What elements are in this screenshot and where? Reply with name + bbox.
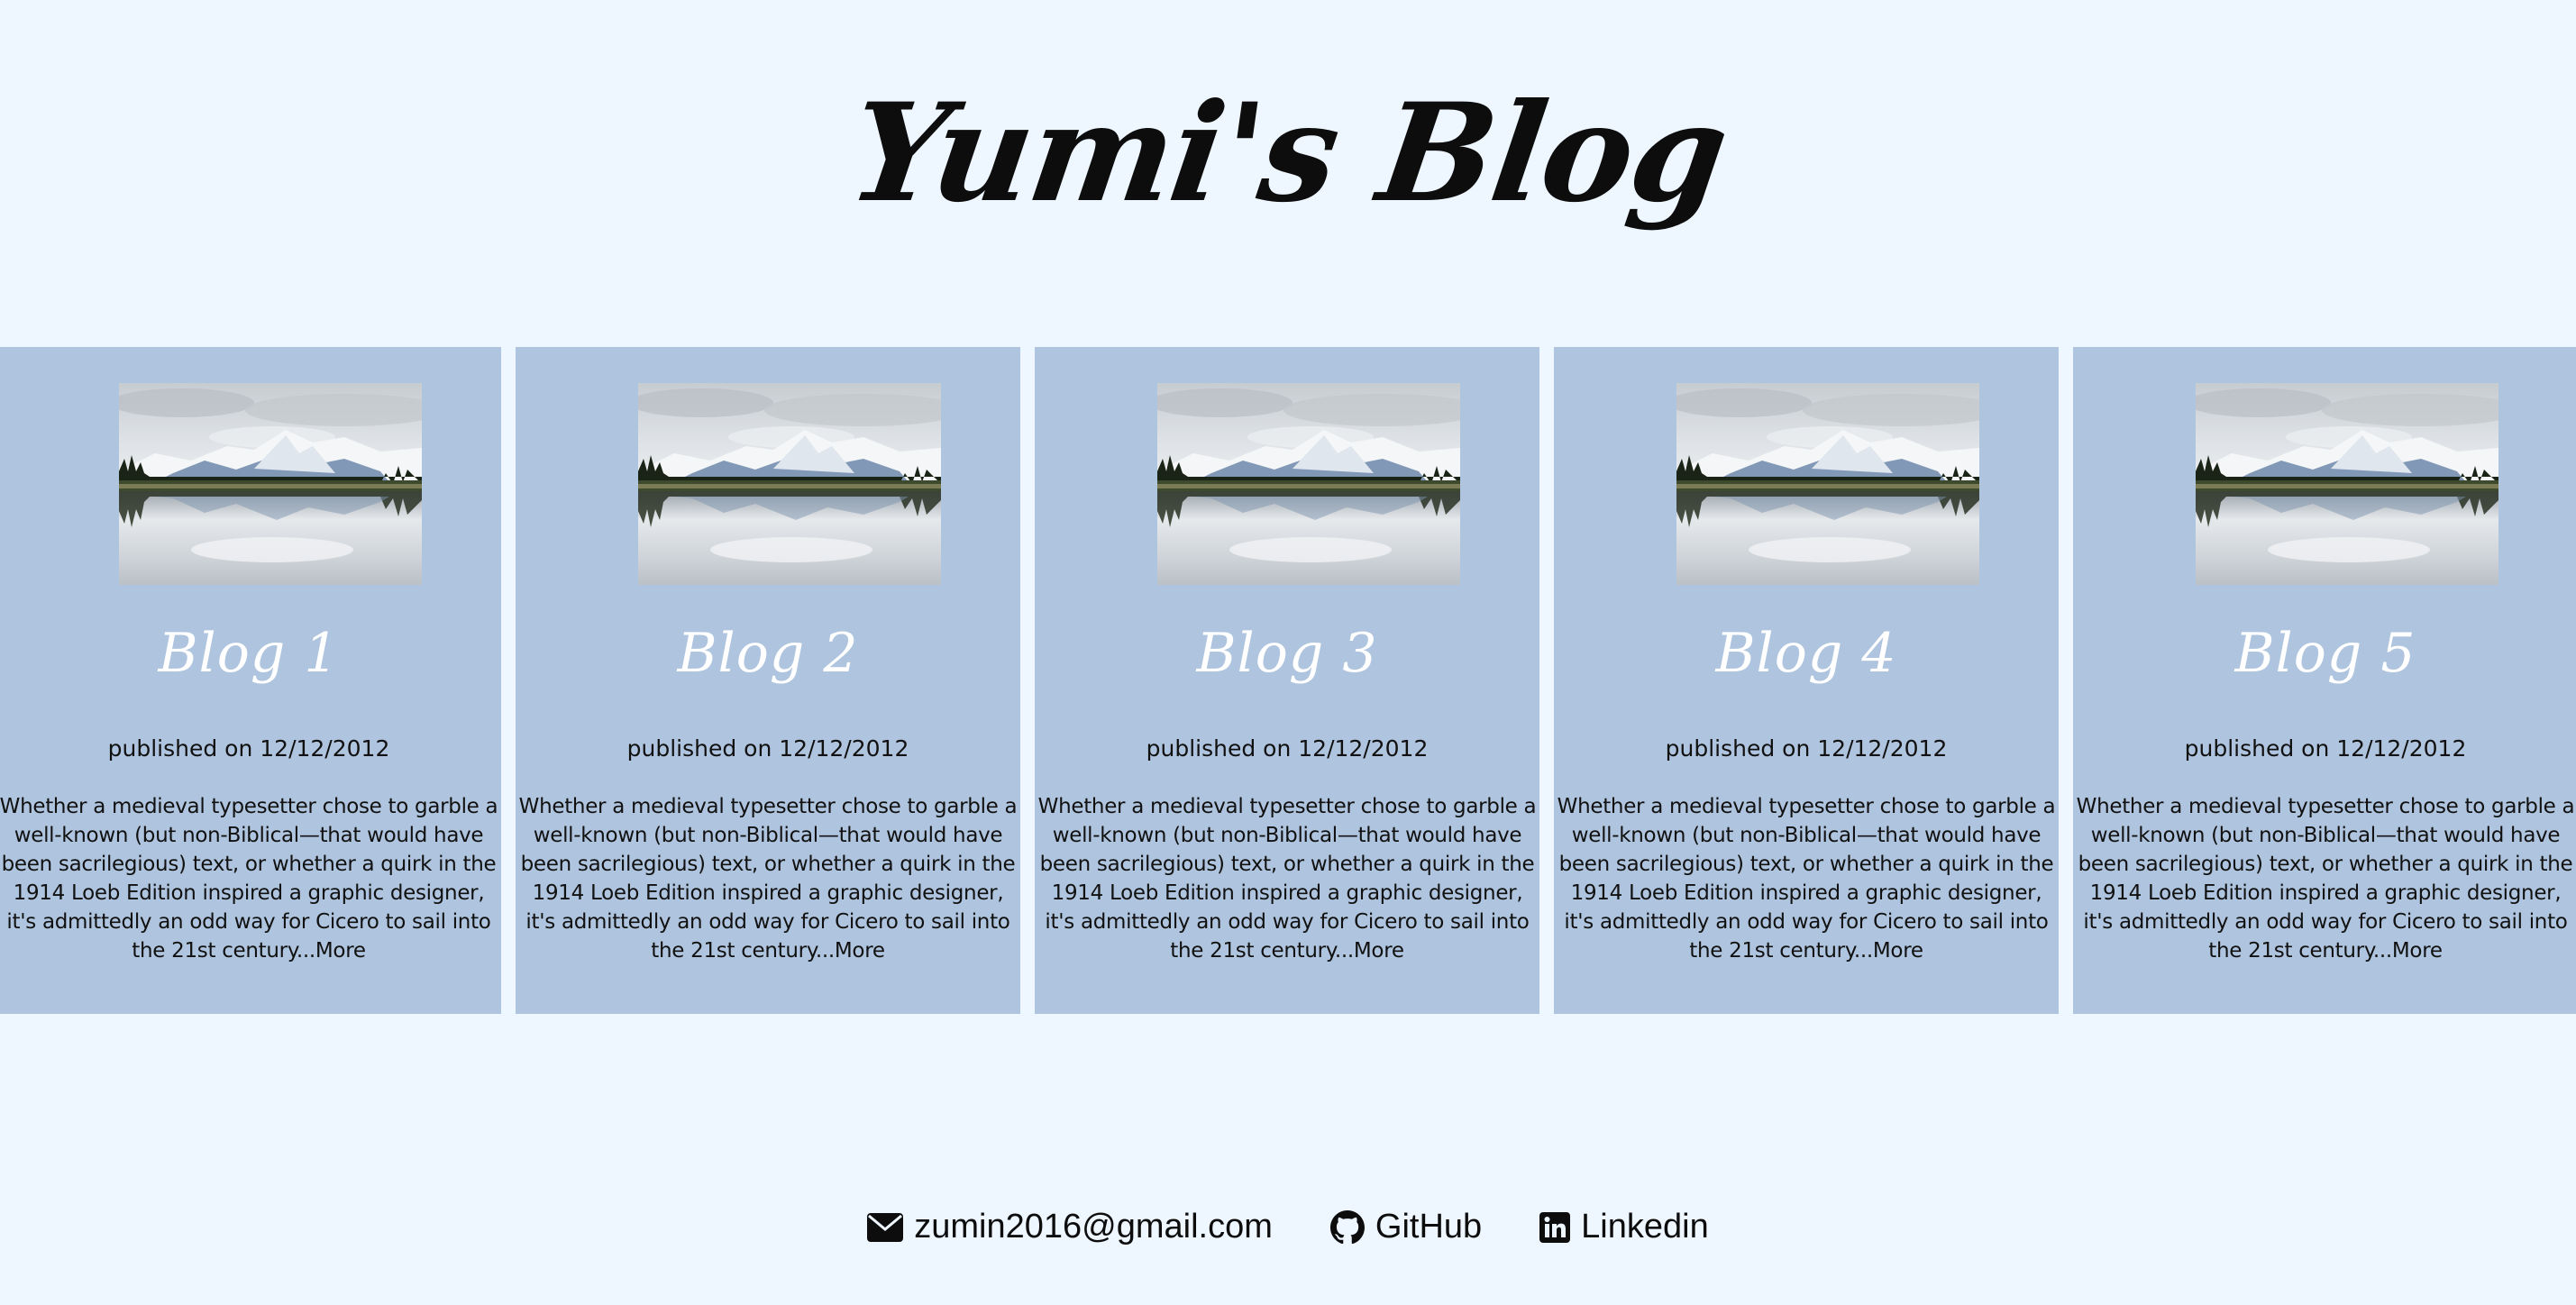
blog-card-image[interactable] (1676, 383, 1979, 585)
blog-card-title[interactable]: Blog 3 (1035, 617, 1539, 689)
blog-card-list: Blog 1 published on 12/12/2012 Whether a… (0, 347, 2576, 1014)
more-link[interactable]: More (835, 939, 885, 963)
blog-card-excerpt-text: Whether a medieval typesetter chose to g… (2076, 795, 2575, 963)
github-label: GitHub (1375, 1208, 1483, 1246)
more-link[interactable]: More (1873, 939, 1923, 963)
blog-card-date: published on 12/12/2012 (1665, 735, 1948, 762)
linkedin-label: Linkedin (1581, 1208, 1709, 1246)
blog-card-date: published on 12/12/2012 (107, 735, 390, 762)
blog-card-date: published on 12/12/2012 (2184, 735, 2467, 762)
footer-links: zumin2016@gmail.com GitHub Linkedin (0, 1208, 2576, 1246)
blog-card[interactable]: Blog 1 published on 12/12/2012 Whether a… (0, 347, 501, 1014)
blog-card[interactable]: Blog 2 published on 12/12/2012 Whether a… (516, 347, 1020, 1014)
blog-card[interactable]: Blog 3 published on 12/12/2012 Whether a… (1035, 347, 1539, 1014)
linkedin-link[interactable]: Linkedin (1539, 1208, 1709, 1246)
blog-card-date: published on 12/12/2012 (1146, 735, 1429, 762)
blog-card-date: published on 12/12/2012 (626, 735, 909, 762)
blog-card-title[interactable]: Blog 5 (2073, 617, 2576, 689)
envelope-icon (867, 1212, 904, 1242)
blog-card-excerpt: Whether a medieval typesetter chose to g… (2073, 792, 2576, 965)
github-link[interactable]: GitHub (1329, 1208, 1483, 1246)
github-icon (1329, 1209, 1365, 1244)
more-link[interactable]: More (1354, 939, 1404, 963)
email-label: zumin2016@gmail.com (914, 1208, 1273, 1246)
blog-card-image[interactable] (1157, 383, 1460, 585)
blog-card-excerpt: Whether a medieval typesetter chose to g… (516, 792, 1020, 965)
linkedin-icon (1539, 1211, 1571, 1243)
site-title: Yumi's Blog (840, 74, 1736, 233)
blog-card-excerpt-text: Whether a medieval typesetter chose to g… (1557, 795, 2056, 963)
more-link[interactable]: More (2392, 939, 2443, 963)
blog-card-title[interactable]: Blog 1 (0, 617, 501, 689)
blog-card-excerpt-text: Whether a medieval typesetter chose to g… (1037, 795, 1537, 963)
blog-card-excerpt-text: Whether a medieval typesetter chose to g… (0, 795, 498, 963)
blog-card-image[interactable] (2196, 383, 2498, 585)
blog-card[interactable]: Blog 5 published on 12/12/2012 Whether a… (2073, 347, 2576, 1014)
more-link[interactable]: More (315, 939, 366, 963)
blog-card-image[interactable] (119, 383, 422, 585)
blog-card-excerpt: Whether a medieval typesetter chose to g… (0, 792, 501, 965)
blog-card-image[interactable] (638, 383, 941, 585)
blog-card-excerpt: Whether a medieval typesetter chose to g… (1554, 792, 2059, 965)
email-link[interactable]: zumin2016@gmail.com (867, 1208, 1273, 1246)
blog-card-title[interactable]: Blog 4 (1554, 617, 2059, 689)
blog-card[interactable]: Blog 4 published on 12/12/2012 Whether a… (1554, 347, 2059, 1014)
blog-card-excerpt-text: Whether a medieval typesetter chose to g… (518, 795, 1018, 963)
blog-card-title[interactable]: Blog 2 (516, 617, 1020, 689)
blog-card-excerpt: Whether a medieval typesetter chose to g… (1035, 792, 1539, 965)
